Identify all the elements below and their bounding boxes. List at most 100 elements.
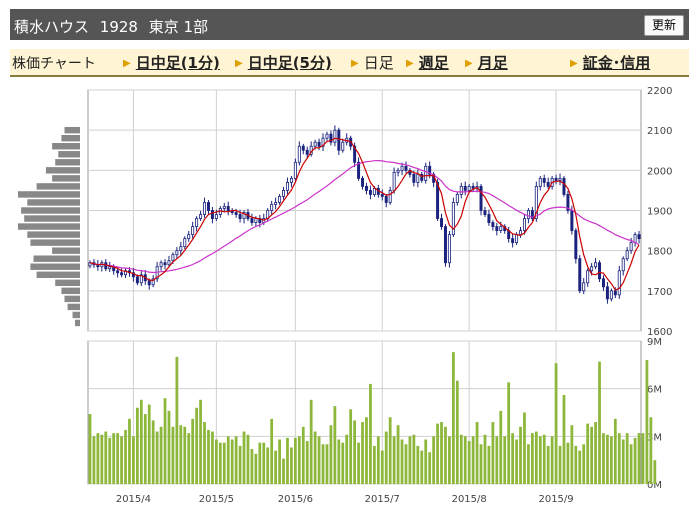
volume-bar	[463, 436, 467, 484]
volume-bar	[167, 410, 171, 484]
volume-bar	[230, 439, 234, 484]
volume-bar	[558, 445, 562, 484]
volume-bar	[147, 404, 151, 484]
volume-bar	[297, 436, 301, 484]
volume-bar	[550, 436, 554, 484]
volume-bar	[293, 437, 297, 484]
candle-body	[582, 282, 586, 292]
candle-body	[637, 234, 641, 240]
candle-body	[254, 218, 258, 223]
candle-body	[526, 210, 530, 219]
volume-bar	[534, 431, 538, 484]
candle-body	[436, 181, 440, 219]
volume-bar	[523, 412, 526, 484]
volume-bar	[143, 414, 147, 484]
volume-bar	[586, 423, 590, 484]
candle-body	[392, 171, 396, 191]
candle-body	[289, 177, 293, 183]
candle-body	[440, 218, 444, 227]
candle-body	[424, 165, 428, 181]
volume-bar	[155, 431, 159, 484]
candle-body	[313, 141, 317, 147]
volume-profile-bar	[18, 191, 80, 198]
volume-bar	[621, 439, 625, 484]
candle-body	[341, 141, 345, 151]
volume-bar	[92, 436, 96, 484]
volume-bar	[420, 450, 424, 484]
volume-bar	[179, 425, 183, 484]
candle-body	[171, 254, 175, 262]
volume-bar	[613, 418, 617, 484]
volume-bar	[495, 436, 499, 484]
volume-bar	[254, 453, 258, 484]
candle-body	[163, 262, 167, 266]
candle-body	[558, 177, 562, 181]
volume-bar	[258, 442, 262, 484]
candle-body	[447, 234, 451, 264]
volume-bar	[353, 420, 357, 484]
volume-bar	[242, 431, 246, 484]
x-tick-label: 2015/9	[538, 494, 573, 505]
candle-body	[625, 250, 629, 260]
volume-bar	[448, 436, 451, 484]
volume-profile-bar	[27, 231, 80, 238]
candle-body	[491, 222, 495, 227]
volume-bar	[609, 436, 613, 484]
candle-body	[285, 181, 289, 191]
candle-body	[108, 266, 112, 270]
candle-body	[412, 173, 416, 183]
volume-bar	[400, 439, 404, 484]
candle-body	[562, 177, 566, 195]
candle-body	[483, 210, 487, 215]
candle-body	[234, 212, 238, 215]
volume-bar	[278, 439, 281, 484]
price-tick-label: 1800	[647, 247, 672, 258]
volume-bar	[467, 441, 471, 484]
volume-bar	[120, 436, 123, 484]
candle-body	[364, 185, 368, 191]
candle-body	[372, 188, 376, 195]
candle-body	[396, 169, 400, 173]
candle-body	[621, 258, 625, 272]
volume-bar	[199, 399, 202, 484]
price-tick-label: 2200	[647, 86, 672, 97]
volume-bar	[384, 431, 388, 484]
volume-bar	[574, 445, 578, 484]
volume-bar	[436, 423, 439, 484]
volume-bar	[171, 426, 175, 484]
volume-profile-bar	[24, 215, 80, 222]
volume-bar	[286, 437, 289, 484]
volume-bar	[554, 363, 558, 484]
candle-body	[380, 194, 384, 197]
volume-bar	[519, 426, 522, 484]
candle-body	[361, 177, 365, 187]
candle-body	[120, 272, 124, 276]
volume-bar	[337, 439, 341, 484]
volume-bar	[104, 431, 108, 484]
volume-bar	[507, 382, 511, 484]
volume-bar	[479, 444, 483, 484]
candle-body	[135, 276, 139, 284]
candle-body	[187, 234, 191, 240]
candle-body	[511, 238, 515, 244]
candle-body	[250, 218, 254, 223]
volume-bar	[416, 445, 420, 484]
volume-bar	[444, 426, 447, 484]
candle-body	[467, 185, 471, 191]
volume-bar	[345, 434, 349, 484]
volume-bar	[234, 436, 238, 484]
volume-bar	[483, 434, 487, 484]
price-tick-label: 2100	[647, 126, 672, 137]
volume-profile-bar	[52, 143, 80, 150]
volume-bar	[151, 420, 155, 484]
volume-bar	[266, 447, 270, 484]
volume-tick-label: 9M	[647, 337, 662, 348]
volume-profile-bar	[61, 134, 80, 142]
volume-bar	[440, 422, 443, 484]
volume-bar	[396, 425, 400, 484]
volume-bar	[124, 429, 127, 484]
candle-body	[455, 194, 459, 203]
candle-body	[479, 185, 483, 211]
candle-body	[206, 202, 210, 211]
volume-bar	[309, 399, 313, 484]
